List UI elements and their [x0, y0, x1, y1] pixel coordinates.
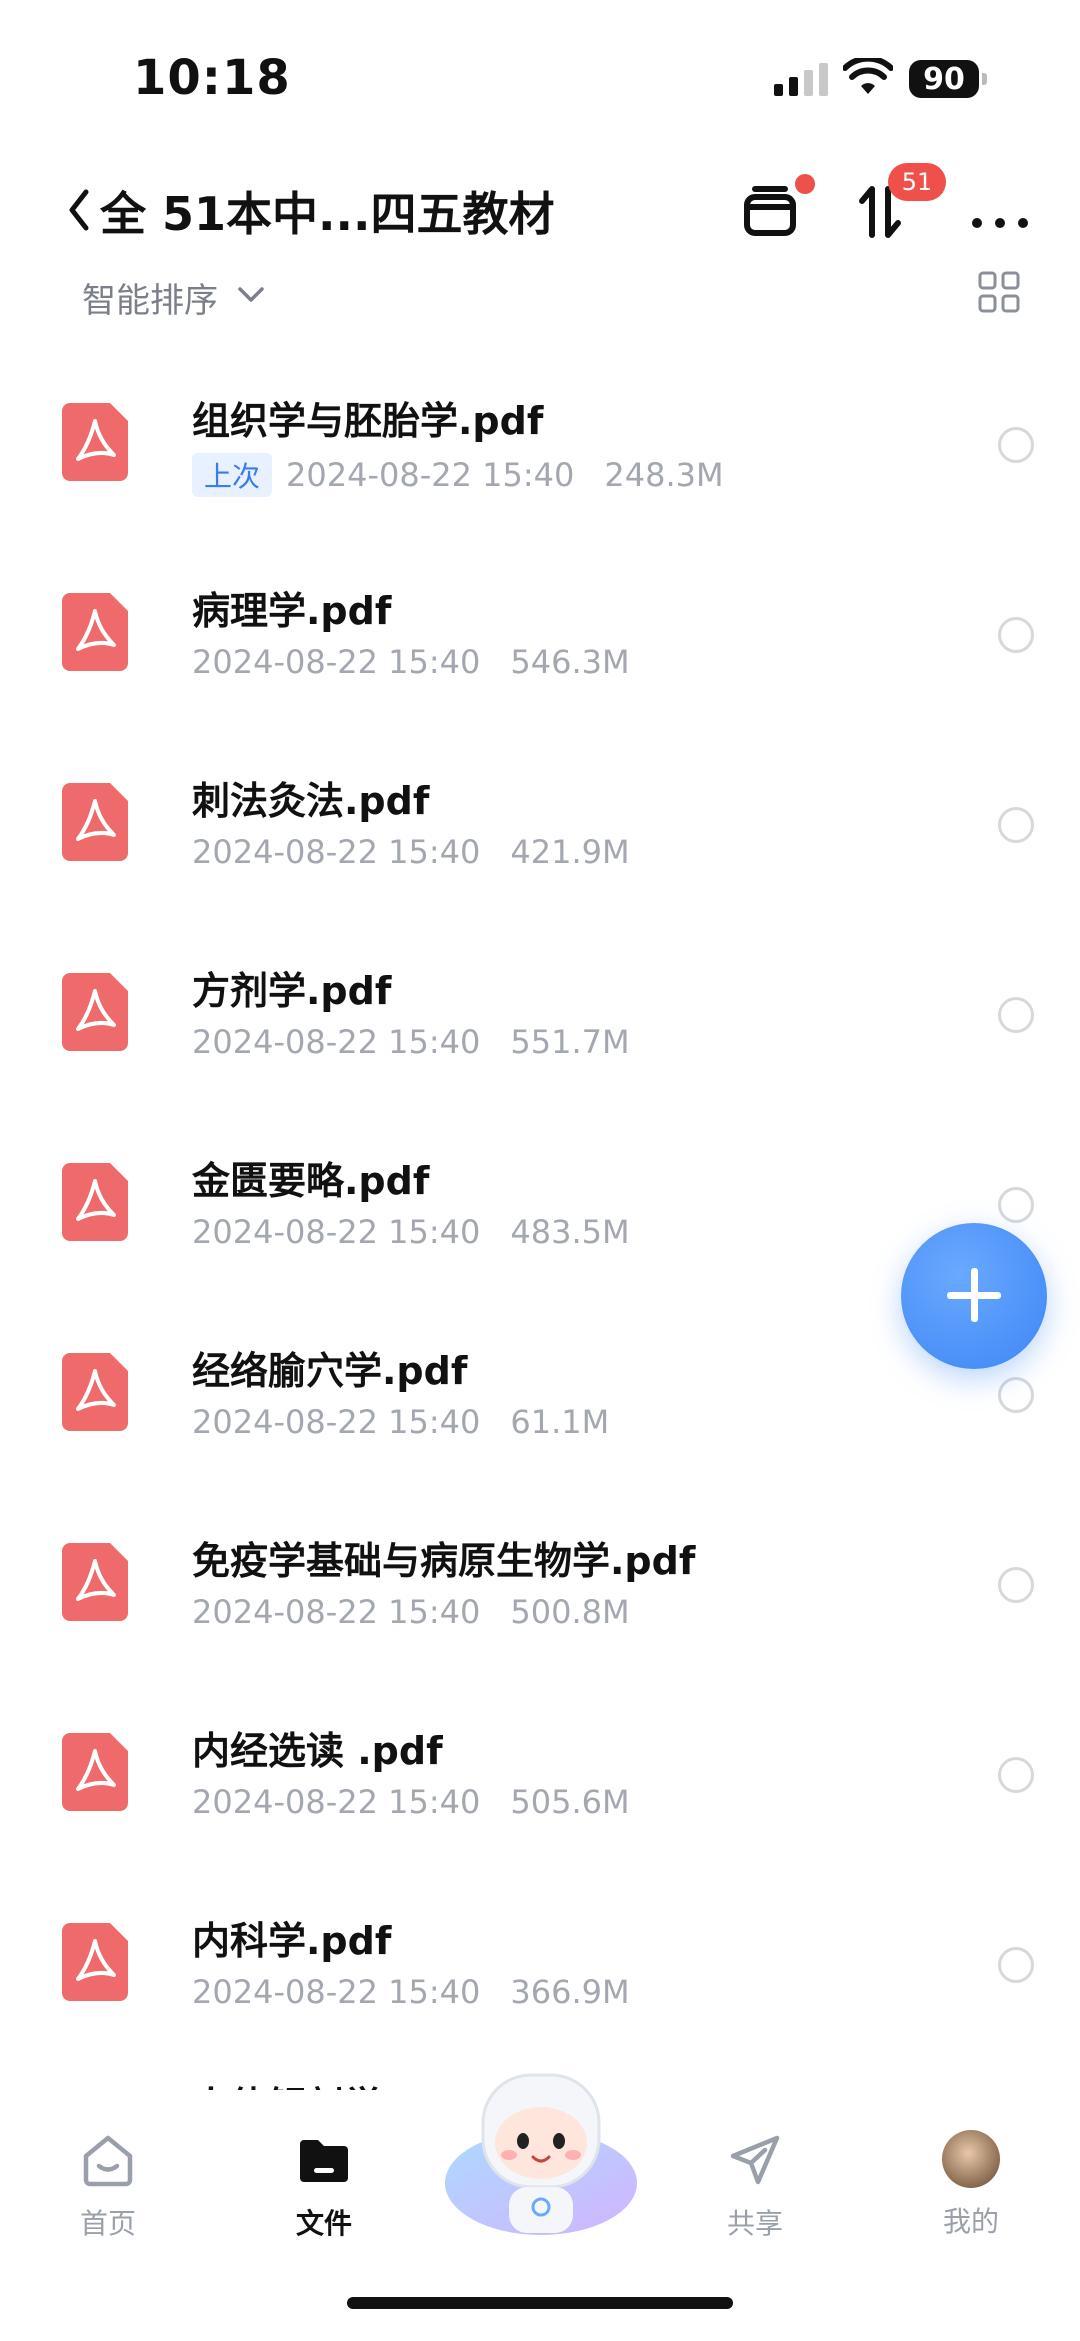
file-size: 366.9M	[510, 1973, 630, 2011]
file-meta: 2024-08-22 15:40 546.3M	[192, 643, 630, 681]
file-date: 2024-08-22 15:40	[192, 1973, 481, 2011]
tab-share[interactable]: 共享	[675, 2130, 835, 2242]
home-icon	[83, 2135, 133, 2187]
file-size: 546.3M	[510, 643, 630, 681]
grid-view-icon[interactable]	[977, 270, 1021, 314]
file-meta: 2024-08-22 15:40 483.5M	[192, 1213, 630, 1251]
select-radio[interactable]	[998, 427, 1034, 463]
file-size: 551.7M	[510, 1023, 630, 1061]
pdf-file-icon	[62, 973, 128, 1051]
file-date: 2024-08-22 15:40	[192, 1783, 481, 1821]
file-name: 内经选读 .pdf	[192, 1729, 443, 1773]
wifi-icon	[843, 58, 893, 94]
file-meta: 上次 2024-08-22 15:40 248.3M	[192, 453, 724, 497]
file-meta: 2024-08-22 15:40 505.6M	[192, 1783, 630, 1821]
file-meta: 2024-08-22 15:40 500.8M	[192, 1593, 630, 1631]
file-size: 500.8M	[510, 1593, 630, 1631]
file-row[interactable]: 组织学与胚胎学.pdf 上次 2024-08-22 15:40 248.3M	[0, 350, 1080, 540]
file-meta: 2024-08-22 15:40 61.1M	[192, 1403, 609, 1441]
more-icon[interactable]	[965, 175, 1035, 245]
add-button[interactable]	[901, 1223, 1047, 1369]
file-date: 2024-08-22 15:40	[192, 1023, 481, 1061]
file-date: 2024-08-22 15:40	[192, 833, 481, 871]
select-radio[interactable]	[998, 617, 1034, 653]
file-row[interactable]: 刺法灸法.pdf 2024-08-22 15:40 421.9M	[0, 730, 1080, 920]
avatar	[942, 2130, 1000, 2188]
file-name: 免疫学基础与病原生物学.pdf	[192, 1539, 696, 1583]
file-row[interactable]: 方剂学.pdf 2024-08-22 15:40 551.7M	[0, 920, 1080, 1110]
file-name: 金匮要略.pdf	[192, 1159, 430, 1203]
file-size: 421.9M	[510, 833, 630, 871]
inbox-badge-dot	[795, 174, 815, 194]
file-size: 248.3M	[604, 456, 724, 494]
tab-share-label: 共享	[726, 2207, 783, 2240]
cellular-signal-icon	[774, 63, 828, 96]
file-name: 内科学.pdf	[192, 1919, 392, 1963]
tab-mine-label: 我的	[942, 2205, 999, 2238]
file-size: 505.6M	[510, 1783, 630, 1821]
file-row[interactable]: 病理学.pdf 2024-08-22 15:40 546.3M	[0, 540, 1080, 730]
file-meta: 2024-08-22 15:40 551.7M	[192, 1023, 630, 1061]
file-date: 2024-08-22 15:40	[286, 456, 575, 494]
sort-bar: 智能排序	[0, 265, 1080, 325]
status-time: 10:18	[133, 50, 291, 106]
tab-home-label: 首页	[79, 2207, 136, 2240]
battery-indicator: 90	[909, 60, 987, 98]
status-bar: 10:18 90	[0, 0, 1080, 150]
tab-home[interactable]: 首页	[28, 2130, 188, 2242]
home-indicator	[347, 2297, 733, 2309]
file-name: 病理学.pdf	[192, 589, 392, 633]
file-meta: 2024-08-22 15:40 366.9M	[192, 1973, 630, 2011]
tab-files-label: 文件	[295, 2207, 352, 2240]
folder-icon	[300, 2140, 348, 2182]
select-radio[interactable]	[998, 807, 1034, 843]
file-row[interactable]: 内科学.pdf 2024-08-22 15:40 366.9M	[0, 1870, 1080, 2060]
file-name: 方剂学.pdf	[192, 969, 392, 1013]
file-name: 经络腧穴学.pdf	[192, 1349, 468, 1393]
sort-dropdown[interactable]: 智能排序	[82, 273, 218, 322]
file-name: 刺法灸法.pdf	[192, 779, 430, 823]
select-radio[interactable]	[998, 1947, 1034, 1983]
pdf-file-icon	[62, 1923, 128, 2001]
tab-files[interactable]: 文件	[244, 2130, 404, 2242]
file-list: 组织学与胚胎学.pdf 上次 2024-08-22 15:40 248.3M 病…	[0, 350, 1080, 2060]
select-radio[interactable]	[998, 1567, 1034, 1603]
assistant-mascot-icon[interactable]	[443, 2065, 639, 2245]
tab-mine[interactable]: 我的	[891, 2130, 1051, 2240]
pdf-file-icon	[62, 593, 128, 671]
file-date: 2024-08-22 15:40	[192, 1593, 481, 1631]
pdf-file-icon	[62, 1353, 128, 1431]
file-size: 483.5M	[510, 1213, 630, 1251]
pdf-file-icon	[62, 403, 128, 481]
file-date: 2024-08-22 15:40	[192, 1213, 481, 1251]
file-size: 61.1M	[510, 1403, 610, 1441]
last-opened-tag: 上次	[192, 453, 273, 497]
pdf-file-icon	[62, 1543, 128, 1621]
file-date: 2024-08-22 15:40	[192, 643, 481, 681]
file-meta: 2024-08-22 15:40 421.9M	[192, 833, 630, 871]
transfer-count-badge: 51	[888, 163, 946, 201]
file-date: 2024-08-22 15:40	[192, 1403, 481, 1441]
send-icon	[730, 2135, 780, 2185]
select-radio[interactable]	[998, 1757, 1034, 1793]
pdf-file-icon	[62, 1163, 128, 1241]
select-radio[interactable]	[998, 1187, 1034, 1223]
back-chevron-icon[interactable]	[60, 180, 100, 240]
select-radio[interactable]	[998, 997, 1034, 1033]
file-row[interactable]: 内经选读 .pdf 2024-08-22 15:40 505.6M	[0, 1680, 1080, 1870]
file-row[interactable]: 免疫学基础与病原生物学.pdf 2024-08-22 15:40 500.8M	[0, 1490, 1080, 1680]
chevron-down-icon[interactable]	[236, 283, 266, 307]
file-name: 组织学与胚胎学.pdf	[192, 399, 544, 443]
select-radio[interactable]	[998, 1377, 1034, 1413]
page-title: 全 51本中...四五教材	[100, 187, 555, 241]
pdf-file-icon	[62, 783, 128, 861]
pdf-file-icon	[62, 1733, 128, 1811]
